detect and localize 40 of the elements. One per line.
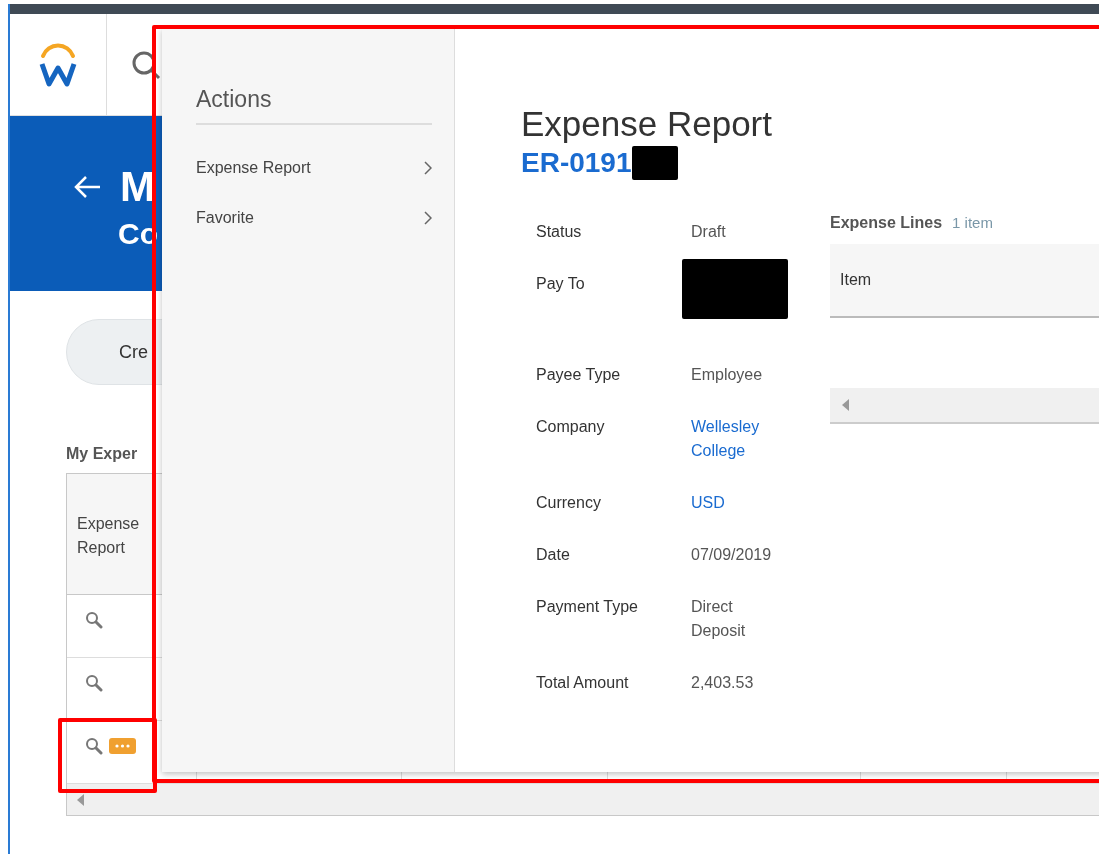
field-label: Pay To bbox=[536, 274, 586, 294]
field-value: Direct Deposit bbox=[691, 597, 747, 641]
field-value: Employee bbox=[691, 365, 764, 385]
scroll-bar[interactable] bbox=[830, 388, 1099, 424]
field-label: Total Amount bbox=[536, 673, 630, 693]
column-header: Expense Report bbox=[76, 514, 141, 558]
action-menu-item[interactable]: Expense Report bbox=[196, 159, 432, 177]
back-arrow-icon[interactable] bbox=[72, 174, 102, 200]
field-value: 2,403.53 bbox=[691, 673, 755, 693]
scroll-left-icon[interactable] bbox=[842, 399, 850, 411]
actions-title: Actions bbox=[196, 86, 432, 125]
field-label: Company bbox=[536, 417, 606, 437]
scroll-bar[interactable] bbox=[66, 784, 1099, 816]
field-value-link[interactable]: USD bbox=[691, 491, 779, 515]
report-id-link[interactable]: ER-0191 bbox=[521, 147, 632, 179]
field-value: Draft bbox=[691, 222, 727, 242]
chevron-right-icon bbox=[424, 161, 432, 175]
section-title: Expense Lines bbox=[830, 214, 943, 232]
column-header: Item bbox=[840, 271, 872, 289]
field-label: Currency bbox=[536, 493, 602, 513]
field-label: Payee Type bbox=[536, 365, 622, 385]
chevron-right-icon bbox=[424, 211, 432, 225]
field-label: Status bbox=[536, 222, 583, 242]
action-menu-item[interactable]: Favorite bbox=[196, 209, 432, 227]
search-icon[interactable] bbox=[131, 50, 161, 80]
report-title: Expense Report bbox=[521, 104, 773, 144]
search-icon[interactable] bbox=[85, 674, 103, 692]
field-value-link[interactable]: Wellesley College bbox=[691, 415, 779, 463]
search-icon[interactable] bbox=[85, 737, 103, 755]
redaction-block bbox=[631, 146, 678, 180]
field-label: Date bbox=[536, 545, 571, 565]
field-label: Payment Type bbox=[536, 597, 639, 617]
field-value: 07/09/2019 bbox=[691, 545, 773, 565]
logo-icon[interactable] bbox=[38, 41, 78, 88]
scroll-left-icon[interactable] bbox=[77, 793, 85, 806]
item-count: 1 item bbox=[952, 214, 993, 231]
search-icon[interactable] bbox=[85, 611, 103, 629]
dots-icon bbox=[115, 744, 130, 748]
section-title: My Exper bbox=[66, 445, 138, 463]
page-title: M bbox=[120, 164, 156, 210]
